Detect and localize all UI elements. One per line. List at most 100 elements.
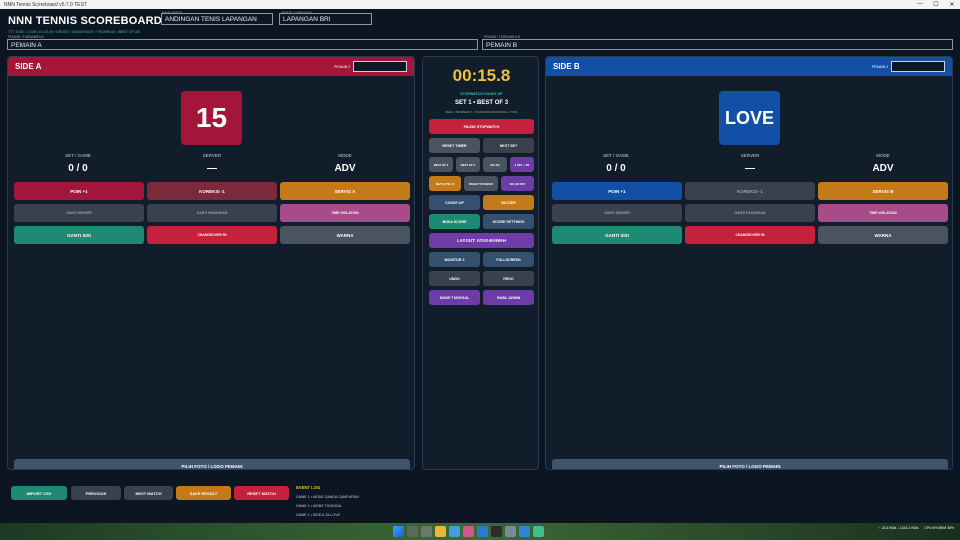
side-b-server-label: SERVER: [740, 153, 760, 158]
side-a-set-game-value: 0 / 0: [68, 163, 88, 174]
app-title: NNN TENNIS SCOREBOARD: [8, 15, 162, 27]
mail-icon[interactable]: [477, 526, 488, 537]
task-view-icon[interactable]: [421, 526, 432, 537]
event-log-item: GAME 1 • MODE GANDA CAMPURAN: [296, 495, 359, 499]
window-titlebar: NNN Tennis Scoreboard v5.7.0 TEST — ☐ ✕: [0, 0, 960, 9]
settings-icon[interactable]: [505, 526, 516, 537]
side-a-correction-button[interactable]: KOREKSI -1: [147, 182, 277, 200]
terminal-icon[interactable]: [491, 526, 502, 537]
search-icon[interactable]: [407, 526, 418, 537]
side-a-change-partner-button[interactable]: GANTI PASANGAN: [147, 204, 277, 222]
side-a-serve-button[interactable]: SERVIS A: [280, 182, 410, 200]
side-a-photo-button[interactable]: PILIH FOTO / LOGO PEMAIN: [14, 459, 410, 469]
side-a-color-button[interactable]: WARNA: [280, 226, 410, 244]
event-log-title: EVENT LOG: [296, 485, 321, 490]
side-b-mode-value: ADV: [872, 163, 894, 174]
side-a-header: SIDE A PEMAIN 2: [8, 57, 414, 76]
side-a-score: 15: [181, 91, 242, 145]
save-result-button[interactable]: SAVE RESULT: [176, 486, 231, 500]
network-speed: ↑ 23.4 KB/s ↓ 1341.2 KB/s: [879, 526, 919, 530]
side-b-change-server-button[interactable]: GANTI SERVER: [552, 204, 682, 222]
side-a-set-game-label: SET / GAME: [65, 153, 91, 158]
side-b-correction-button[interactable]: KOREKSI -1: [685, 182, 815, 200]
import-csv-button[interactable]: IMPORT CSV: [11, 486, 67, 500]
side-b-name: SIDE B: [553, 62, 580, 71]
side-b-header: SIDE B PEMAIN 2: [546, 57, 952, 76]
side-b-player2-label: PEMAIN 2: [872, 64, 888, 69]
admin-results-button[interactable]: HASIL ADMIN: [483, 290, 534, 305]
undo-button[interactable]: UNDO: [429, 271, 480, 286]
side-a-player2-label: PEMAIN 2: [334, 64, 350, 69]
maximize-icon[interactable]: ☐: [928, 1, 944, 8]
pause-stopwatch-button[interactable]: PAUSE STOPWATCH: [429, 119, 534, 134]
footer-bar: IMPORT CSV PREVIOUS NEXT MATCH SAVE RESU…: [0, 474, 960, 523]
side-a-mode-label: MODE: [338, 153, 352, 158]
event-field[interactable]: ANDINGAN TENIS LAPANGAN: [161, 13, 273, 25]
buzzer-button[interactable]: BUZZER: [483, 195, 534, 210]
reset-standard-button[interactable]: RESET STANDAR: [464, 176, 498, 191]
side-b-player2-input[interactable]: [891, 61, 945, 72]
best-of-3-button[interactable]: BEST OF 3: [429, 157, 453, 172]
window-title: NNN Tennis Scoreboard v5.7.0 TEST: [4, 1, 87, 8]
fullscreen-button[interactable]: FULLSCREEN: [483, 252, 534, 267]
side-b-panel: SIDE B PEMAIN 2 LOVE SET / GAME 0 / 0 SE…: [545, 56, 953, 470]
minimize-icon[interactable]: —: [912, 1, 928, 8]
set-rules: DEFA • TIE-BREAK 7 • STANDARD ADVANTAGE …: [445, 110, 518, 114]
match-tb-button[interactable]: MATCH TB 10: [429, 176, 461, 191]
reset-match-button[interactable]: RESET MATCH: [234, 486, 289, 500]
timer-panel: 00:15.8 STOPWATCH COUNT-UP SET 1 • BEST …: [422, 56, 539, 470]
side-b-set-game-label: SET / GAME: [603, 153, 629, 158]
side-a-server-label: SERVER: [202, 153, 222, 158]
side-b-photo-button[interactable]: PILIH FOTO / LOGO PEMAIN: [552, 459, 948, 469]
open-score-button[interactable]: BUKA SCORE: [429, 214, 480, 229]
no-ad-off-button[interactable]: NO-AD OFF: [501, 176, 534, 191]
count-up-button[interactable]: COUNT-UP: [429, 195, 480, 210]
photos-icon[interactable]: [463, 526, 474, 537]
side-b-switch-side-button[interactable]: GANTI SISI: [552, 226, 682, 244]
side-b-time-violation-button[interactable]: TIME VIOLATION: [818, 204, 948, 222]
side-a-server-value: —: [207, 163, 217, 174]
store-icon[interactable]: [519, 526, 530, 537]
three-set-tb-button[interactable]: 3 SET + TB: [510, 157, 534, 172]
side-b-color-button[interactable]: WARNA: [818, 226, 948, 244]
venue-field[interactable]: LAPANGAN BRI: [279, 13, 372, 25]
side-b-set-game-value: 0 / 0: [606, 163, 626, 174]
previous-button[interactable]: PREVIOUS: [71, 486, 121, 500]
side-b-serve-button[interactable]: SERVIS B: [818, 182, 948, 200]
no-ad-button[interactable]: NO-AD: [483, 157, 507, 172]
side-a-changeover-button[interactable]: CHANGEOVER 90: [147, 226, 277, 244]
side-a-time-violation-button[interactable]: TIME VIOLATION: [280, 204, 410, 222]
player-a-field[interactable]: PEMAIN A: [7, 39, 478, 50]
side-a-switch-side-button[interactable]: GANTI SISI: [14, 226, 144, 244]
side-b-changeover-button[interactable]: CHANGEOVER 90: [685, 226, 815, 244]
event-log-item: GAME 1 • SIDE A 15-LOVE: [296, 513, 341, 517]
file-explorer-icon[interactable]: [435, 526, 446, 537]
layout-button[interactable]: LAYOUT: ATAS-BAWAH: [429, 233, 534, 248]
side-b-point-button[interactable]: POIN +1: [552, 182, 682, 200]
system-tray: ↑ 23.4 KB/s ↓ 1341.2 KB/s CPU 6% MEM 38%: [879, 526, 954, 530]
side-a-point-button[interactable]: POIN +1: [14, 182, 144, 200]
side-a-player2-input[interactable]: [353, 61, 407, 72]
side-a-name: SIDE A: [15, 62, 42, 71]
side-b-mode-label: MODE: [876, 153, 890, 158]
best-of-5-button[interactable]: BEST OF 5: [456, 157, 480, 172]
monitor-button[interactable]: MONITOR 2: [429, 252, 480, 267]
start-icon[interactable]: [393, 526, 404, 537]
side-b-server-value: —: [745, 163, 755, 174]
cpu-usage: CPU 6% MEM 38%: [924, 526, 954, 530]
timer-mode: STOPWATCH COUNT-UP: [460, 92, 503, 96]
side-b-change-partner-button[interactable]: GANTI PASANGAN: [685, 204, 815, 222]
player-b-field[interactable]: PEMAIN B: [482, 39, 953, 50]
close-icon[interactable]: ✕: [944, 1, 960, 8]
next-set-button[interactable]: NEXT SET: [483, 138, 534, 153]
side-b-score: LOVE: [719, 91, 780, 145]
side-a-change-server-button[interactable]: GANTI SERVER: [14, 204, 144, 222]
browser-icon[interactable]: [449, 526, 460, 537]
app-icon[interactable]: [533, 526, 544, 537]
next-match-button[interactable]: NEXT MATCH: [124, 486, 173, 500]
side-a-mode-value: ADV: [334, 163, 356, 174]
mode-single-button[interactable]: MODE TUNGGAL: [429, 290, 480, 305]
reset-timer-button[interactable]: RESET TIMER: [429, 138, 480, 153]
score-settings-button[interactable]: SCORE SETTINGS: [483, 214, 534, 229]
redo-button[interactable]: REDO: [483, 271, 534, 286]
